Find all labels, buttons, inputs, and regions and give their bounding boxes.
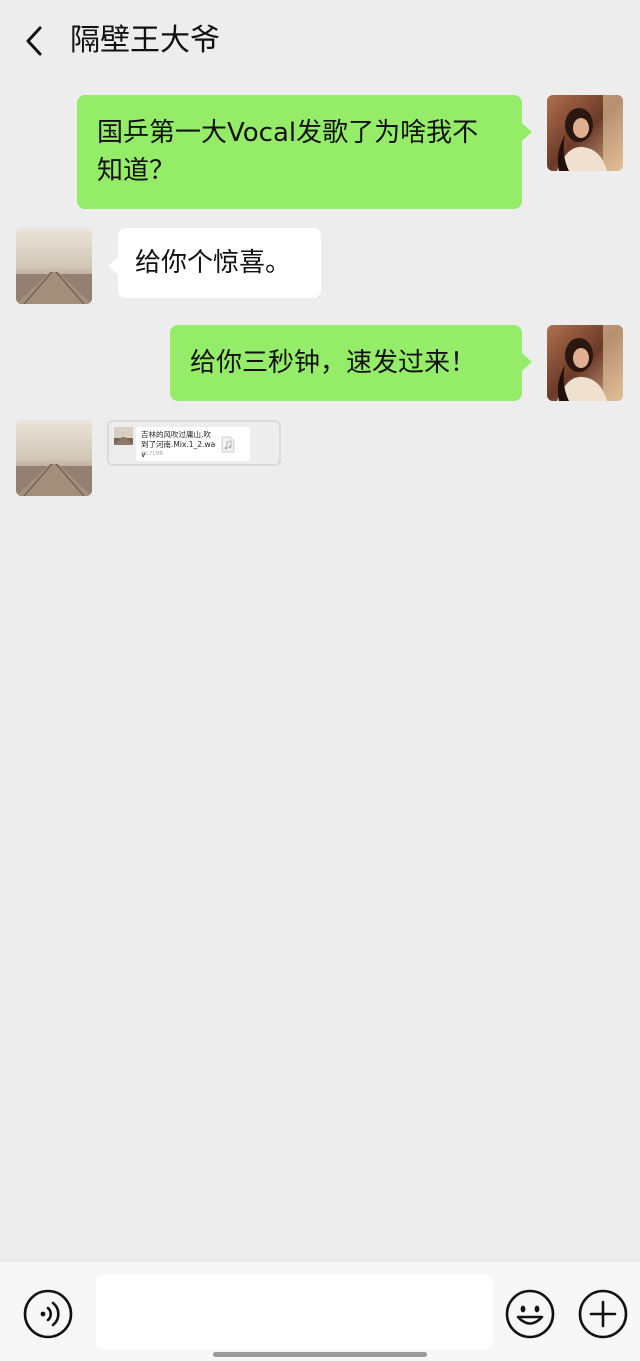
my-avatar[interactable]: [547, 325, 623, 401]
message-bubble[interactable]: 给你个惊喜。: [118, 228, 321, 298]
back-button[interactable]: [18, 24, 52, 58]
file-info-panel: 吉林的风吹过庸山,吹到了河南.Mix.1_2.wav 43.71MB: [136, 427, 250, 461]
plus-icon: [578, 1289, 628, 1339]
bubble-tail: [522, 353, 532, 371]
message-bubble[interactable]: 国乒第一大Vocal发歌了为啥我不知道？: [77, 95, 522, 209]
file-message-card[interactable]: 吉林的风吹过庸山,吹到了河南.Mix.1_2.wav 43.71MB: [107, 420, 281, 466]
file-size: 43.71MB: [141, 451, 164, 457]
message-input[interactable]: [96, 1275, 493, 1349]
contact-avatar[interactable]: [16, 420, 92, 496]
voice-button[interactable]: [22, 1288, 74, 1340]
chat-header: 隔壁王大爷: [0, 0, 640, 84]
chevron-left-icon: [26, 26, 42, 56]
bubble-tail: [108, 257, 118, 275]
input-bar: [0, 1261, 640, 1361]
contact-avatar[interactable]: [16, 228, 92, 304]
message-text: 给你三秒钟，速发过来！: [190, 348, 477, 378]
emoji-button[interactable]: [504, 1288, 556, 1340]
plus-button[interactable]: [577, 1288, 629, 1340]
my-avatar[interactable]: [547, 95, 623, 171]
music-note-icon: [221, 436, 235, 453]
message-text: 给你个惊喜。: [135, 248, 292, 278]
message-bubble[interactable]: 给你三秒钟，速发过来！: [170, 325, 522, 401]
emoji-icon: [505, 1289, 555, 1339]
bubble-tail: [522, 123, 532, 141]
message-text: 国乒第一大Vocal发歌了为啥我不知道？: [97, 118, 479, 186]
voice-icon: [23, 1289, 73, 1339]
home-indicator[interactable]: [213, 1352, 427, 1357]
chat-title: 隔壁王大爷: [70, 23, 220, 58]
file-thumbnail: [114, 427, 133, 445]
